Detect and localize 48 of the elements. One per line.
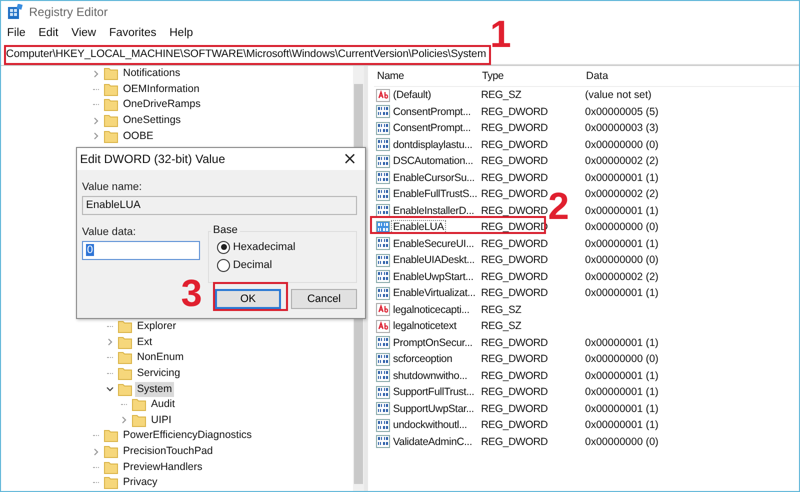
field-label: Value name: [82, 180, 143, 194]
value-data: 0x00000000 (0) [585, 353, 660, 366]
value-data: 0x00000001 (1) [585, 204, 660, 217]
value-type: REG_DWORD [481, 386, 549, 398]
value-type: REG_DWORD [481, 172, 549, 184]
value-type: REG_DWORD [481, 138, 549, 151]
value-type: REG_DWORD [481, 353, 549, 366]
value-type: REG_DWORD [481, 155, 549, 168]
group-label: Base [211, 224, 240, 236]
value-type: REG_DWORD [481, 436, 549, 448]
value-type: REG_DWORD [481, 370, 549, 382]
value-data: 0x00000001 (1) [585, 172, 660, 184]
value-data: 0x00000002 (2) [585, 188, 660, 200]
value-type: REG_SZ [481, 320, 522, 332]
value-data: 0x00000002 (2) [585, 155, 660, 168]
value-data: 0x00000000 (0) [585, 436, 660, 448]
value-data: 0x00000001 (1) [585, 370, 660, 382]
value-data: 0x00000002 (2) [585, 270, 660, 283]
value-type: REG_DWORD [481, 188, 549, 200]
value-type: REG_DWORD [481, 270, 549, 283]
value-type: REG_DWORD [481, 238, 549, 250]
value-type: REG_SZ [481, 89, 522, 102]
value-data: 0x00000001 (1) [585, 402, 660, 415]
value-data: 0x00000000 (0) [585, 138, 660, 151]
value-data: 0x00000001 (1) [585, 419, 660, 432]
value-type: REG_DWORD [481, 402, 549, 415]
value-type: REG_DWORD [481, 419, 549, 432]
value-data: 0x00000005 (5) [585, 106, 660, 118]
step-number: 3 [181, 274, 202, 314]
value-type: REG_DWORD [481, 106, 549, 118]
step-number: 2 [548, 187, 570, 227]
value-type: REG_DWORD [481, 287, 549, 300]
value-type: REG_DWORD [481, 122, 549, 134]
value-data: 0x00000001 (1) [585, 287, 660, 300]
value-data: 0x00000003 (3) [585, 122, 660, 134]
value-data: (value not set) [585, 89, 653, 102]
value-type: REG_DWORD [481, 336, 549, 349]
field-label: Value data: [82, 225, 137, 239]
value-type: REG_DWORD [481, 254, 549, 266]
value-data: 0x00000001 (1) [585, 386, 660, 398]
value-data: 0x00000001 (1) [585, 238, 660, 250]
value-data: 0x00000000 (0) [585, 254, 660, 266]
dialog-title: Edit DWORD (32-bit) Value [80, 152, 226, 166]
value-type: REG_SZ [481, 304, 522, 316]
window-title: Registry Editor [29, 5, 108, 19]
value-type: REG_DWORD [481, 204, 549, 217]
value-data: 0x00000000 (0) [585, 221, 660, 234]
value-data: 0x00000001 (1) [585, 336, 660, 349]
